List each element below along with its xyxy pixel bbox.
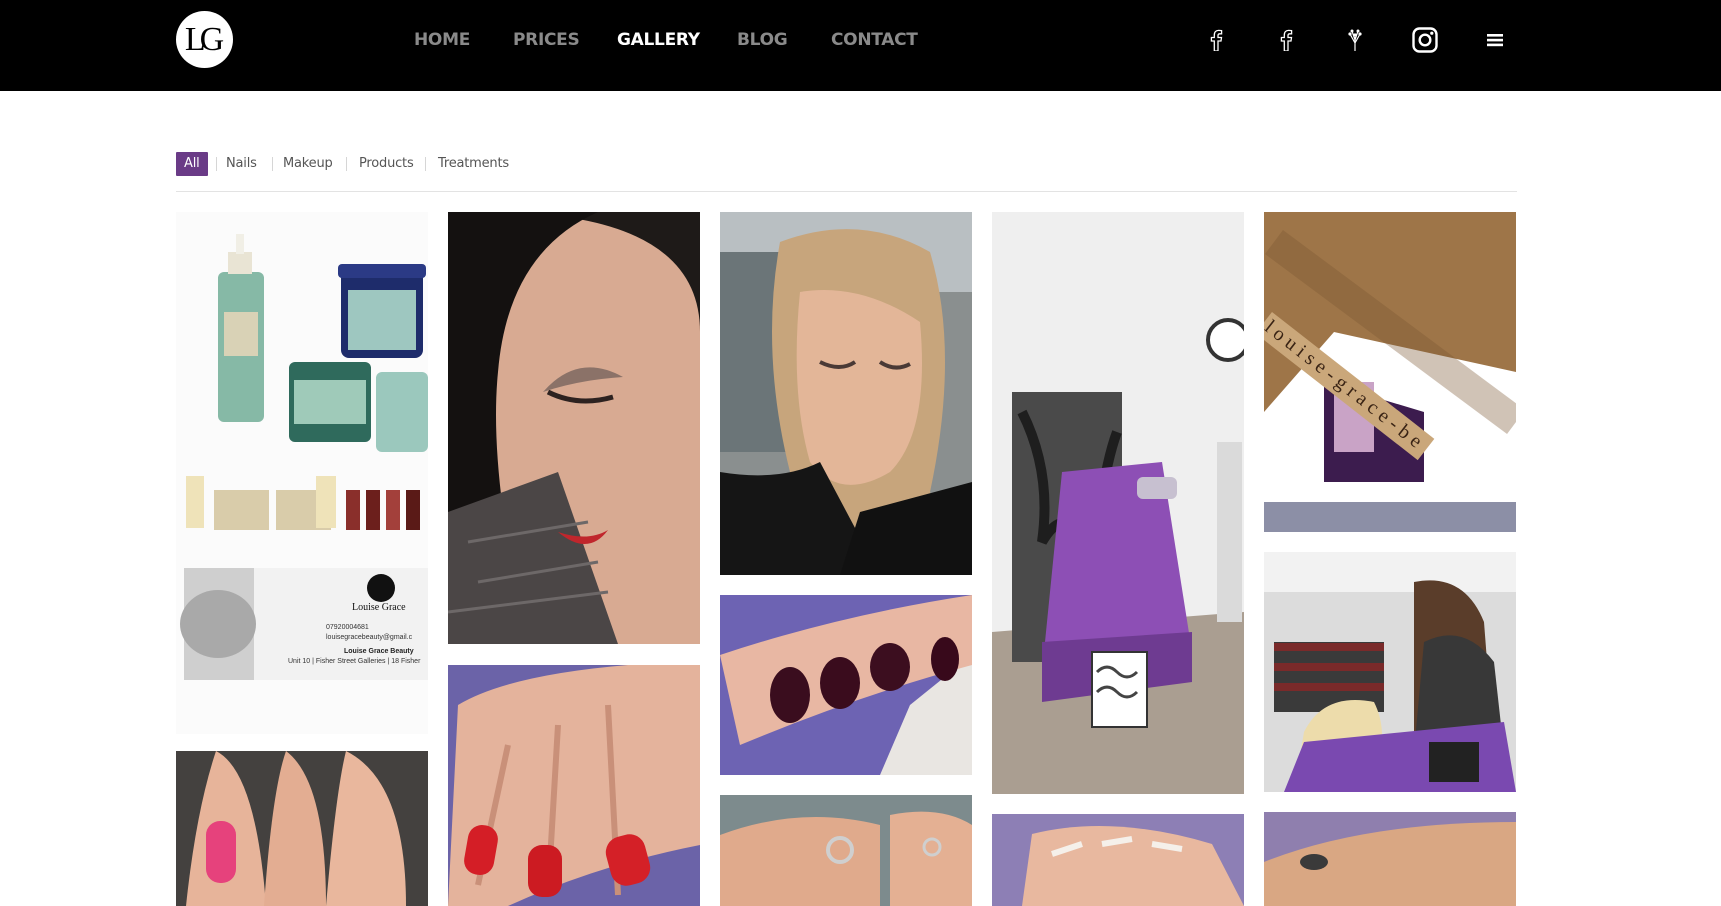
- nav-blog[interactable]: BLOG: [737, 30, 788, 50]
- facebook-icon[interactable]: [1272, 26, 1300, 54]
- logo-text: LG: [184, 20, 224, 58]
- card-business: Louise Grace Beauty: [344, 648, 414, 655]
- gallery-item-makeup-1[interactable]: [448, 212, 700, 644]
- card-phone: 07920004681: [326, 624, 369, 631]
- filter-divider: [216, 157, 217, 171]
- filter-rule: [176, 191, 1517, 192]
- filter-divider: [346, 157, 347, 171]
- nav-contact[interactable]: CONTACT: [831, 30, 918, 50]
- filter-makeup[interactable]: Makeup: [283, 152, 333, 176]
- filter-treatments[interactable]: Treatments: [438, 152, 509, 176]
- gallery-item-nails-dark[interactable]: [720, 595, 972, 775]
- gallery-item-salon-banner[interactable]: louise-grace-be: [1264, 212, 1516, 532]
- card-name: Louise Grace: [352, 602, 406, 613]
- gallery-item-nails-natural[interactable]: [720, 795, 972, 906]
- gallery-item-products[interactable]: Louise Grace 07920004681 louisegracebeau…: [176, 212, 428, 734]
- hamburger-menu-icon[interactable]: [1481, 26, 1509, 54]
- filter-nails[interactable]: Nails: [226, 152, 257, 176]
- site-logo[interactable]: LG: [176, 11, 233, 68]
- filter-divider: [425, 157, 426, 171]
- filter-divider: [272, 157, 273, 171]
- site-header: LG HOME PRICES GALLERY BLOG CONTACT: [0, 0, 1721, 91]
- gallery-item-nails-french[interactable]: [992, 814, 1244, 906]
- gallery-item-makeup-2[interactable]: [720, 212, 972, 575]
- gallery-item-nail-appointment[interactable]: [1264, 552, 1516, 792]
- gallery-item-nails-red[interactable]: [448, 665, 700, 906]
- gallery-item-treatment-room[interactable]: [992, 212, 1244, 794]
- nav-prices[interactable]: PRICES: [513, 30, 580, 50]
- lavender-icon[interactable]: [1341, 26, 1369, 54]
- filter-products[interactable]: Products: [359, 152, 414, 176]
- gallery-item-nails-dark-2[interactable]: [1264, 812, 1516, 906]
- gallery-item-nails-pink[interactable]: [176, 751, 428, 906]
- facebook-icon[interactable]: [1202, 26, 1230, 54]
- filter-all[interactable]: All: [176, 152, 208, 176]
- card-address: Unit 10 | Fisher Street Galleries | 18 F…: [288, 658, 421, 665]
- nav-gallery[interactable]: GALLERY: [617, 30, 700, 50]
- nav-home[interactable]: HOME: [414, 30, 470, 50]
- instagram-icon[interactable]: [1411, 26, 1439, 54]
- card-email: louisegracebeauty@gmail.c: [326, 634, 413, 641]
